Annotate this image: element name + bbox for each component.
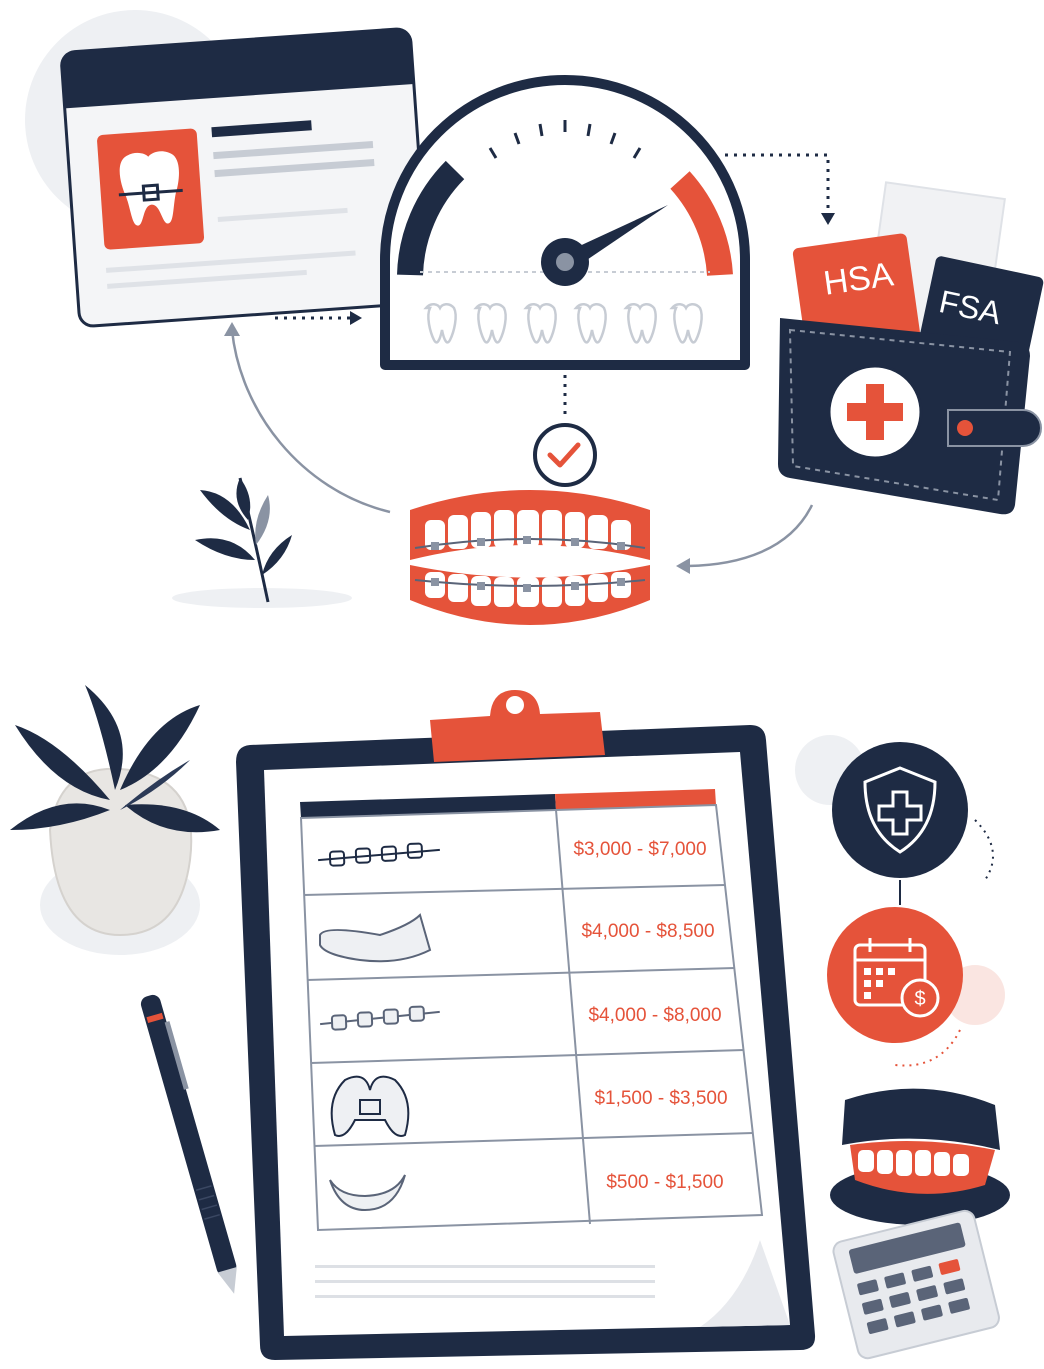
price-row-4: $1,500 - $3,500 xyxy=(594,1088,727,1109)
braces-teeth-icon xyxy=(410,490,650,625)
price-row-1: $3,000 - $7,000 xyxy=(573,839,706,860)
shield-plus-icon xyxy=(832,742,968,878)
calendar-dollar-icon: $ xyxy=(827,907,963,1043)
calculator-icon xyxy=(832,1209,1000,1360)
flow-arrow xyxy=(230,329,391,514)
pen-icon xyxy=(140,994,237,1294)
flow-arrow xyxy=(687,504,814,568)
svg-text:$: $ xyxy=(914,988,925,1010)
check-icon xyxy=(533,423,597,487)
illustration-stage: HSA FSA $3,000 - $7,000 $4,000 - $8,500 … xyxy=(0,0,1044,1369)
price-row-2: $4,000 - $8,500 xyxy=(581,921,714,942)
dental-card xyxy=(60,27,430,328)
potted-plant-icon xyxy=(10,685,220,955)
price-row-5: $500 - $1,500 xyxy=(606,1172,723,1193)
price-row-3: $4,000 - $8,000 xyxy=(588,1005,721,1026)
clipboard xyxy=(236,690,816,1360)
gauge-icon xyxy=(380,75,750,370)
wallet-icon: HSA FSA xyxy=(778,181,1044,515)
dentures-model-icon xyxy=(830,1088,1010,1225)
plant-icon xyxy=(172,477,352,608)
